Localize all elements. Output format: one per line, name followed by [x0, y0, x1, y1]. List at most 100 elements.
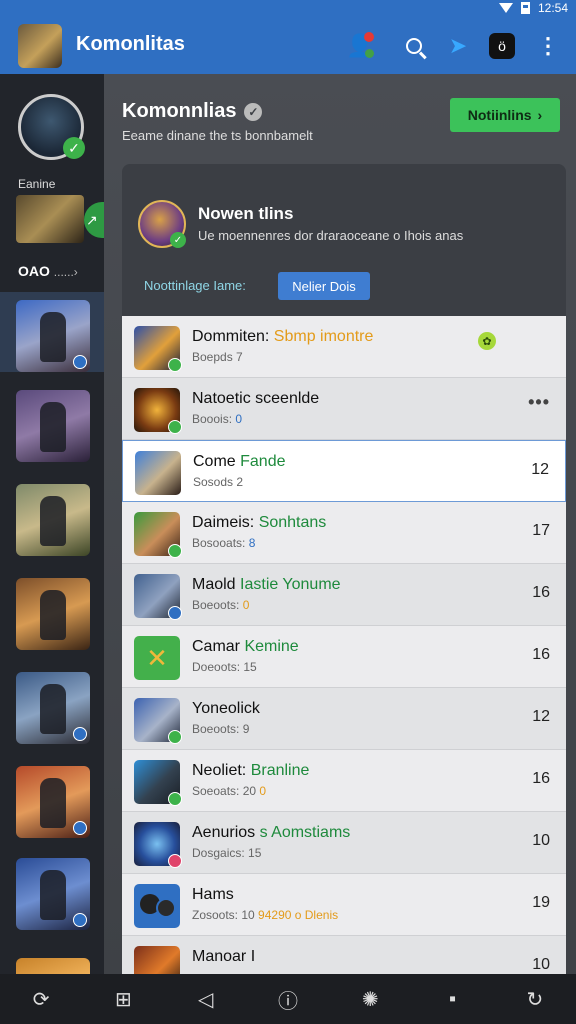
list-item[interactable]: ✕ Camar Kemine Doeoots: 15 16 [122, 626, 566, 688]
item-name: Daimeis: Sonhtans [192, 514, 327, 531]
community-icon[interactable]: ✺ [350, 987, 390, 1012]
item-subtitle: Bosooats: 8 [192, 536, 256, 550]
item-subtitle: Boeoots: 9 [192, 722, 250, 736]
rail-game-tile[interactable] [16, 578, 90, 650]
panel-description: Ue moennenres dor draraoceane o Ihois an… [198, 228, 464, 243]
panel-action-button[interactable]: Nelier Dois [278, 272, 370, 300]
list-item[interactable]: Daimeis: Sonhtans Bosooats: 8 17 [122, 502, 566, 564]
rail-game-tile[interactable] [16, 766, 90, 838]
list-item[interactable]: Aenurios s Aomstiams Dosgaics: 15 10 [122, 812, 566, 874]
left-rail: ✓ Eanine ↗ OAO ......› [0, 74, 104, 976]
item-thumbnail [134, 326, 182, 372]
community-panel: ✓ Nowen tlins Ue moennenres dor draraoce… [122, 164, 566, 974]
featured-game-tile[interactable] [16, 195, 84, 243]
badge-icon [168, 854, 182, 868]
profile-avatar[interactable]: ✓ [18, 94, 85, 160]
item-name: Come Fande [193, 453, 286, 470]
app-icon[interactable]: ö [486, 30, 518, 62]
item-subtitle: Boeoots: 0 [192, 598, 250, 612]
rail-section-label: Eanine [18, 177, 56, 191]
open-icon[interactable]: ↗ [84, 202, 104, 238]
rail-game-tile[interactable] [16, 672, 90, 744]
send-icon[interactable]: ➤ [442, 30, 474, 62]
status-time: 12:54 [537, 1, 568, 15]
rail-game-tile[interactable] [16, 300, 90, 372]
page-title: Komonnlias ✓ [122, 100, 263, 123]
back-icon[interactable]: ◁ [186, 987, 226, 1012]
item-name: Neoliet: Branline [192, 762, 310, 779]
list-item[interactable]: Maold Iastie Yonume Boeoots: 0 16 [122, 564, 566, 626]
badge-icon [168, 730, 182, 744]
info-icon[interactable]: ⓘ [268, 985, 308, 1014]
item-subtitle: Sosods 2 [193, 475, 244, 489]
check-icon: ✓ [170, 232, 186, 248]
item-thumbnail [134, 698, 182, 744]
online-dot [365, 49, 374, 58]
panel-title: Nowen tlins [198, 204, 294, 223]
list-item[interactable]: Neoliet: Branline Soeoats: 20 0 16 [122, 750, 566, 812]
search-icon[interactable] [398, 30, 430, 62]
app-title: Komonlitas [76, 33, 185, 55]
status-icon: ✿ [478, 332, 496, 350]
users-icon[interactable]: 👤 [344, 30, 376, 62]
item-subtitle: Zosoots: 10 94290 o Dlenis [192, 908, 339, 922]
item-count: 10 [532, 956, 550, 973]
battery-icon [520, 2, 530, 14]
notifications-button[interactable]: Notiinlins › [450, 98, 560, 132]
wifi-icon [498, 3, 513, 13]
list-item[interactable]: Yoneolick Boeoots: 9 12 [122, 688, 566, 750]
page-subtitle: Eeame dinane the ts bonnbamelt [122, 128, 313, 143]
item-name: Manoar I [192, 948, 256, 965]
item-name: Yoneolick [192, 700, 260, 717]
more-icon[interactable]: ⋮ [532, 30, 564, 62]
item-thumbnail [134, 388, 182, 434]
item-subtitle: Soeoats: 20 0 [192, 784, 267, 798]
item-thumbnail [134, 760, 182, 806]
badge-icon [168, 606, 182, 620]
badge-icon [168, 792, 182, 806]
item-count: 19 [532, 894, 550, 911]
community-icon: ✓ [138, 200, 186, 248]
badge-icon [73, 355, 87, 369]
list-item[interactable]: Hams Zosoots: 10 94290 o Dlenis 19 [122, 874, 566, 936]
panel-label: Noottinlage Iame: [144, 278, 246, 293]
refresh-icon[interactable]: ⟳ [21, 987, 61, 1012]
item-thumbnail [134, 512, 182, 558]
item-count: 16 [532, 584, 550, 601]
badge-icon [168, 544, 182, 558]
rail-game-tile[interactable] [16, 484, 90, 556]
item-name: Maold Iastie Yonume [192, 576, 341, 593]
list-item[interactable]: Dommiten: Sbmp imontre Boepds 7 ✿ [122, 316, 566, 378]
item-thumbnail [134, 822, 182, 868]
item-name: Aenurios s Aomstiams [192, 824, 351, 841]
app-bar: Komonlitas 👤 ➤ ö ⋮ [0, 18, 576, 74]
badge-icon [73, 821, 87, 835]
item-name: Camar Kemine [192, 638, 299, 655]
item-subtitle: Doeoots: 15 [192, 660, 257, 674]
rail-section-label2: OAO ......› [18, 263, 78, 279]
list-item-selected[interactable]: Come Fande Sosods 2 12 [122, 440, 566, 502]
rail-game-tile[interactable] [16, 858, 90, 930]
item-thumbnail [134, 884, 180, 928]
item-thumbnail: ✕ [134, 636, 180, 680]
verified-icon: ✓ [244, 102, 263, 121]
badge-icon [73, 913, 87, 927]
rail-game-tile[interactable] [16, 390, 90, 462]
community-list: Dommiten: Sbmp imontre Boepds 7 ✿ Natoet… [122, 316, 566, 974]
badge-icon [168, 358, 182, 372]
list-item[interactable]: Manoar I 10 [122, 936, 566, 974]
chevron-right-icon: › [537, 107, 543, 123]
more-icon[interactable]: ••• [528, 392, 550, 413]
avatar [156, 898, 176, 918]
app-avatar[interactable] [18, 24, 62, 68]
item-count: 16 [532, 770, 550, 787]
check-icon: ✓ [63, 137, 85, 159]
item-thumbnail [134, 574, 182, 620]
item-subtitle: Dosgaics: 15 [192, 846, 262, 860]
sync-icon[interactable]: ↻ [515, 987, 555, 1012]
alert-dot [364, 32, 374, 42]
list-item[interactable]: Natoetic sceenlde Booois: 0 ••• [122, 378, 566, 440]
tablet-icon[interactable]: ▪ [433, 988, 473, 1011]
item-count: 12 [531, 461, 549, 478]
grid-icon[interactable]: ⊞ [103, 987, 143, 1012]
